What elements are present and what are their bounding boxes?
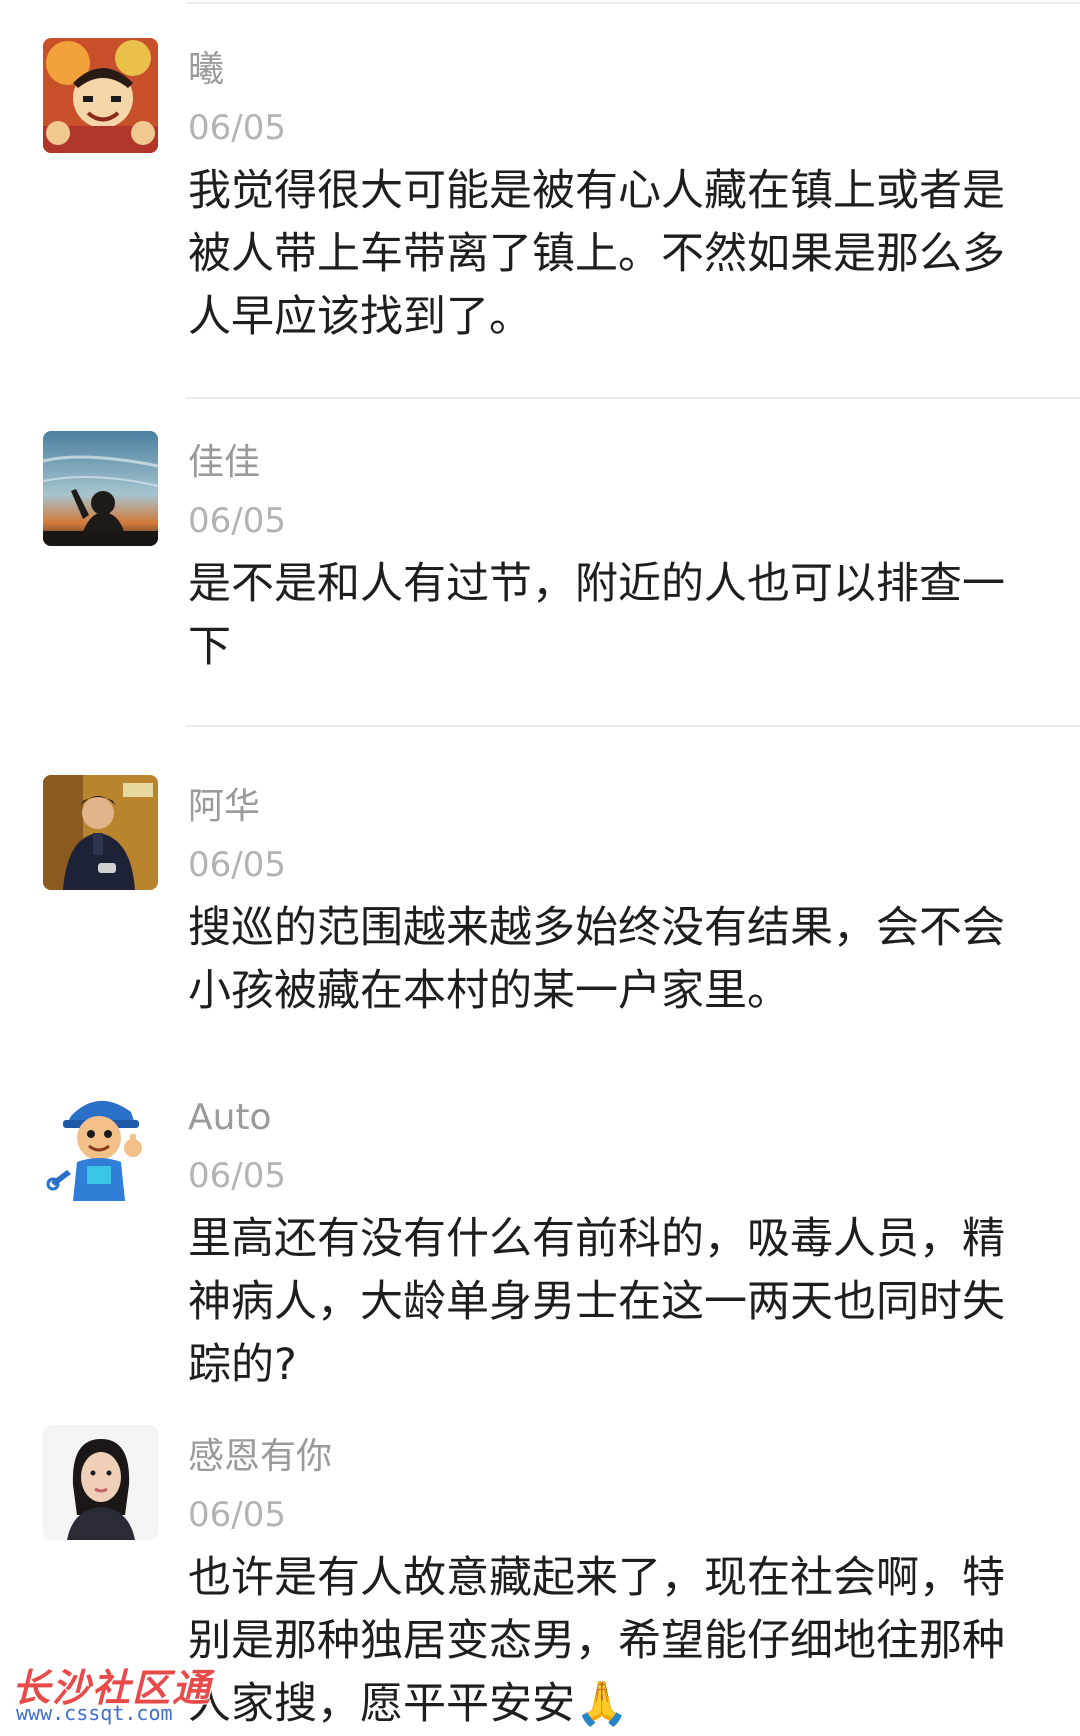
- anime-avatar-icon[interactable]: [43, 38, 158, 153]
- comment-date: 06/05: [188, 845, 286, 885]
- comment-text: 我觉得很大可能是被有心人藏在镇上或者是被人带上车带离了镇上。不然如果是那么多人早…: [188, 166, 1005, 342]
- top-divider: [186, 2, 1080, 4]
- comment-date: 06/05: [188, 1156, 286, 1196]
- sunset-silhouette-avatar-icon[interactable]: [43, 431, 158, 546]
- comment-nickname: 佳佳: [188, 442, 261, 483]
- comment-text: 是不是和人有过节，附近的人也可以排查一下: [188, 559, 1005, 672]
- site-watermark: 长沙社区通 www.cssqt.com: [12, 1657, 212, 1727]
- man-portrait-avatar-icon[interactable]: [43, 775, 158, 890]
- mechanic-cartoon-avatar-icon[interactable]: [43, 1086, 158, 1201]
- comment-date: 06/05: [188, 108, 286, 148]
- woman-portrait-avatar-icon[interactable]: [43, 1425, 158, 1540]
- comment-text: 搜巡的范围越来越多始终没有结果，会不会小孩被藏在本村的某一户家里。: [188, 903, 1005, 1016]
- comment-text: 里高还有没有什么有前科的，吸毒人员，精神病人，大龄单身男士在这一两天也同时失踪的…: [188, 1214, 1005, 1390]
- comment-nickname: Auto: [188, 1097, 272, 1138]
- comment-date: 06/05: [188, 501, 286, 541]
- comment-divider: [186, 397, 1080, 399]
- comment-nickname: 曦: [188, 49, 225, 90]
- comment-divider: [186, 725, 1080, 727]
- comment-nickname: 阿华: [188, 786, 261, 827]
- comment-nickname: 感恩有你: [188, 1436, 333, 1477]
- watermark-url: www.cssqt.com: [16, 1701, 173, 1725]
- comment-date: 06/05: [188, 1495, 286, 1535]
- comment-text: 也许是有人故意藏起来了，现在社会啊，特别是那种独居变态男，希望能仔细地往那种人家…: [188, 1553, 1005, 1729]
